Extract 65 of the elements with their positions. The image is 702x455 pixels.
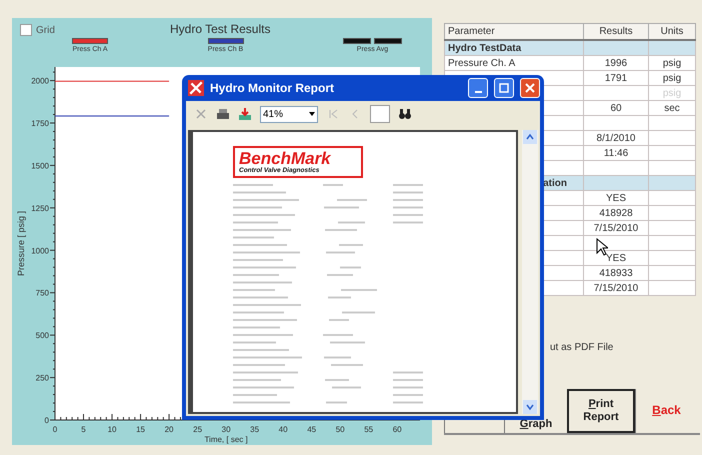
x-tick-label: 45 [307,424,316,434]
x-tick-label: 5 [81,424,86,434]
scroll-down-icon[interactable] [523,400,537,414]
table-cell: 8/1/2010 [584,130,648,146]
table-cell: 418928 [584,206,648,220]
cursor-icon [596,238,608,256]
x-tick-label: 0 [52,424,58,434]
maximize-button[interactable] [494,78,514,98]
x-tick-label: 40 [278,424,288,434]
table-cell: 1791 [584,70,648,86]
x-tick-label: 60 [392,424,402,434]
y-tick-label: 750 [36,288,49,298]
x-tick-label: 10 [108,424,116,434]
print-report-button[interactable]: Print Report [567,389,635,433]
window-title: Hydro Monitor Report [210,80,335,95]
table-cell: 418933 [584,266,648,280]
y-tick-label: 500 [36,331,49,340]
table-cell: 1996 [584,56,648,70]
close-icon [525,82,535,93]
y-tick-label: 1250 [31,204,49,213]
scrollbar[interactable] [522,130,538,414]
table-cell: 60 [584,100,648,116]
app-icon [188,80,204,96]
column-header: Units [648,24,696,40]
y-tick-label: 1000 [31,246,49,256]
export-icon[interactable] [238,107,252,122]
dropdown-arrow-icon [307,110,317,118]
page-number-field[interactable] [370,105,390,124]
minimize-icon [474,90,482,93]
x-tick-label: 55 [364,424,374,434]
grid-checkbox[interactable]: Grid [20,24,55,36]
x-tick-label: 50 [336,424,345,434]
printer-icon[interactable] [216,107,230,122]
y-tick-label: 0 [44,416,49,425]
table-cell: 11:46 [584,146,648,160]
zoom-select[interactable]: 41% [260,106,318,123]
table-cell: YES [584,250,648,266]
binoculars-icon[interactable] [398,107,412,122]
pdf-option-label: ut as PDF File [550,342,614,353]
table-cell: 7/15/2010 [584,280,648,296]
table-cell: YES [584,190,648,206]
table-cell: sec [648,100,696,116]
x-tick-label: 25 [193,424,202,434]
x-tick-label: 35 [250,424,260,434]
minimize-button[interactable] [468,78,488,98]
x-tick-label: 30 [222,424,231,434]
x-tick-label: 15 [136,424,145,434]
column-header: Results [584,24,648,40]
close-button[interactable] [520,78,540,98]
section-header: Hydro TestData [444,40,584,56]
table-cell: psig [648,70,696,86]
chart-title: Hydro Test Results [170,22,270,36]
maximize-icon [499,82,509,93]
table-cell: psig [648,56,696,70]
scroll-up-icon[interactable] [523,130,537,144]
y-tick-label: 1750 [31,118,49,128]
y-tick-label: 1500 [31,161,49,170]
y-axis-label: Pressure [ psig ] [16,210,26,276]
table-cell: Pressure Ch. A [444,56,584,70]
y-tick-label: 2000 [31,76,49,86]
table-cell: 7/15/2010 [584,220,648,236]
x-tick-label: 20 [164,424,174,434]
column-header: Parameter [444,24,584,40]
x-axis-label: Time, [ sec ] [204,434,248,444]
y-tick-label: 250 [36,373,49,382]
